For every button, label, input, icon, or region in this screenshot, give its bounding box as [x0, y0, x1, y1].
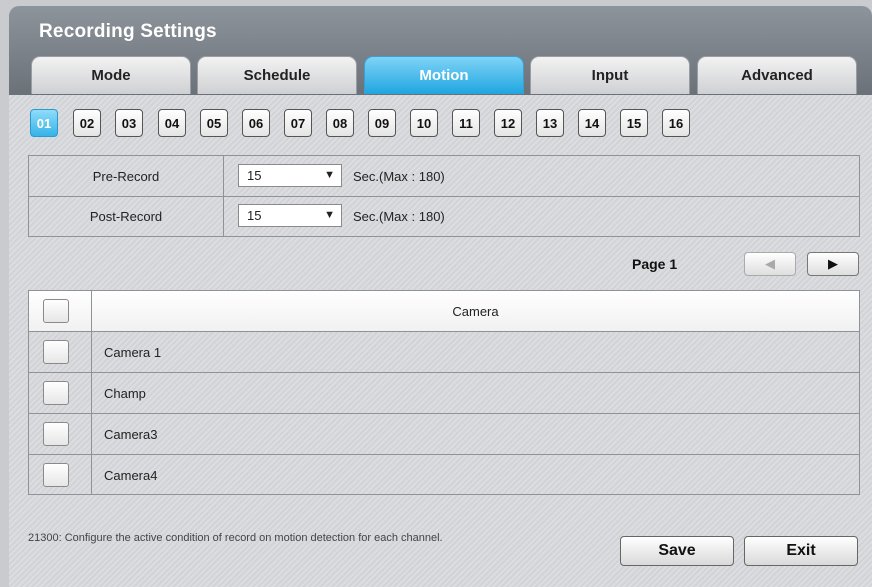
post-record-value: 15	[247, 208, 262, 223]
pre-record-max-note: Sec.(Max : 180)	[353, 168, 445, 184]
pre-record-select[interactable]: 15 ▼	[238, 164, 342, 187]
channel-button-01[interactable]: 01	[30, 109, 58, 137]
table-row: Camera3	[29, 414, 859, 455]
post-record-label: Post-Record	[29, 196, 224, 236]
camera-name: Champ	[91, 373, 859, 413]
camera-table: Camera Camera 1 Champ Camera3 Camera4	[28, 290, 860, 495]
record-time-table: Pre-Record 15 ▼ Sec.(Max : 180) Post-Rec…	[28, 155, 860, 237]
table-row: Camera4	[29, 455, 859, 495]
channel-button-13[interactable]: 13	[536, 109, 564, 137]
left-triangle-icon: ◀	[765, 256, 775, 271]
channel-button-08[interactable]: 08	[326, 109, 354, 137]
channel-button-11[interactable]: 11	[452, 109, 480, 137]
channel-button-12[interactable]: 12	[494, 109, 522, 137]
camera-name: Camera3	[91, 414, 859, 454]
save-button[interactable]: Save	[620, 536, 734, 566]
camera-column-header: Camera	[91, 291, 859, 331]
dropdown-arrow-icon: ▼	[324, 169, 335, 181]
window-title: Recording Settings	[39, 21, 217, 42]
tab-advanced[interactable]: Advanced	[697, 56, 857, 94]
exit-button[interactable]: Exit	[744, 536, 858, 566]
table-row: Camera 1	[29, 332, 859, 373]
next-page-button[interactable]: ▶	[807, 252, 859, 276]
channel-button-06[interactable]: 06	[242, 109, 270, 137]
tab-schedule[interactable]: Schedule	[197, 56, 357, 94]
channel-button-07[interactable]: 07	[284, 109, 312, 137]
channel-button-10[interactable]: 10	[410, 109, 438, 137]
channel-button-02[interactable]: 02	[73, 109, 101, 137]
dropdown-arrow-icon: ▼	[324, 209, 335, 221]
channel-button-04[interactable]: 04	[158, 109, 186, 137]
channel-button-09[interactable]: 09	[368, 109, 396, 137]
previous-page-button[interactable]: ◀	[744, 252, 796, 276]
tab-mode[interactable]: Mode	[31, 56, 191, 94]
post-record-row: Post-Record 15 ▼ Sec.(Max : 180)	[29, 196, 859, 236]
tab-input[interactable]: Input	[530, 56, 690, 94]
camera-name: Camera4	[91, 455, 859, 495]
table-row: Champ	[29, 373, 859, 414]
channel-button-05[interactable]: 05	[200, 109, 228, 137]
channel-button-16[interactable]: 16	[662, 109, 690, 137]
pre-record-value: 15	[247, 168, 262, 183]
camera-2-checkbox[interactable]	[43, 381, 69, 405]
pre-record-row: Pre-Record 15 ▼ Sec.(Max : 180)	[29, 156, 859, 197]
right-triangle-icon: ▶	[828, 256, 838, 271]
tab-motion[interactable]: Motion	[364, 56, 524, 94]
pre-record-label: Pre-Record	[29, 156, 224, 196]
channel-button-15[interactable]: 15	[620, 109, 648, 137]
channel-button-14[interactable]: 14	[578, 109, 606, 137]
page-indicator: Page 1	[632, 256, 678, 272]
help-text: 21300: Configure the active condition of…	[28, 532, 443, 544]
camera-table-header: Camera	[29, 291, 859, 332]
camera-1-checkbox[interactable]	[43, 340, 69, 364]
camera-name: Camera 1	[91, 332, 859, 372]
post-record-max-note: Sec.(Max : 180)	[353, 208, 445, 224]
camera-4-checkbox[interactable]	[43, 463, 69, 487]
camera-3-checkbox[interactable]	[43, 422, 69, 446]
post-record-select[interactable]: 15 ▼	[238, 204, 342, 227]
select-all-checkbox[interactable]	[43, 299, 69, 323]
channel-button-03[interactable]: 03	[115, 109, 143, 137]
